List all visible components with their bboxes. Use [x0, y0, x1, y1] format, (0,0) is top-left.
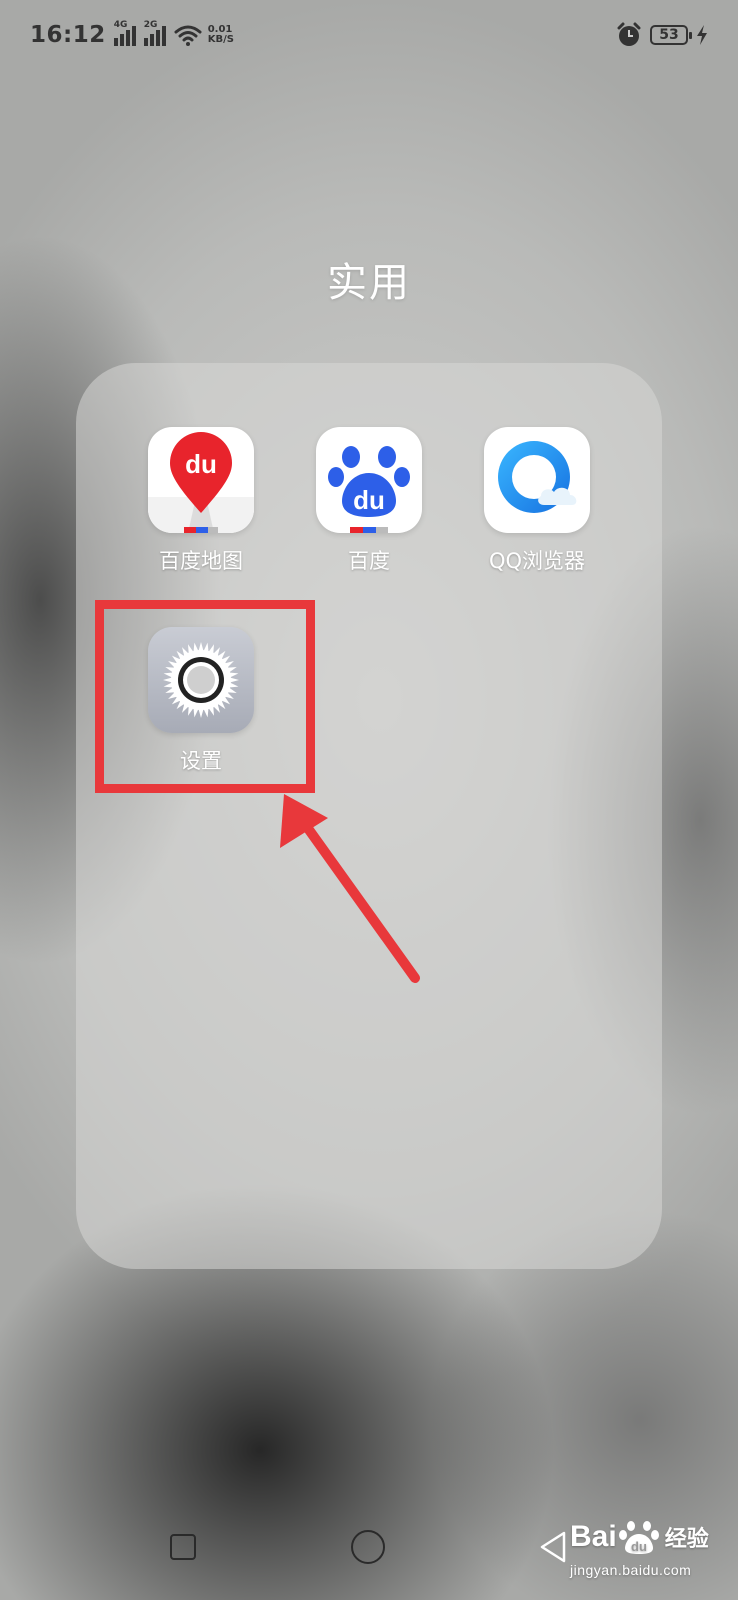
watermark-url: jingyan.baidu.com — [570, 1562, 692, 1578]
baidu-map-icon: du — [148, 427, 254, 533]
app-label: 百度地图 — [159, 549, 243, 573]
app-label: QQ浏览器 — [488, 549, 586, 573]
wifi-icon — [174, 25, 202, 46]
folder-title[interactable]: 实用 — [0, 250, 738, 308]
baidu-jingyan-watermark: Bai du 经验 jingyan.baidu.com — [570, 1520, 709, 1578]
signal-2g-icon: 2G — [143, 20, 166, 46]
signal-4g-icon: 4G — [113, 20, 136, 46]
annotation-arrow-icon — [280, 794, 420, 983]
clock: 16:12 — [30, 22, 106, 48]
app-baidu[interactable]: du 百度 — [294, 427, 444, 575]
app-label: 百度 — [348, 549, 390, 573]
status-left: 16:12 4G 2G 0.01 KB/S — [30, 20, 234, 48]
highlight-box — [95, 600, 315, 793]
back-button[interactable] — [538, 1530, 568, 1564]
baidu-paw-icon: du — [618, 1521, 659, 1554]
charging-icon — [697, 25, 707, 45]
baidu-icon: du — [316, 427, 422, 533]
svg-text:du: du — [631, 1539, 647, 1554]
qq-browser-icon — [484, 427, 590, 533]
status-bar: 16:12 4G 2G 0.01 KB/S 53 — [0, 0, 738, 74]
status-right: 53 — [616, 22, 708, 48]
app-qq-browser[interactable]: QQ浏览器 — [462, 427, 612, 575]
battery-icon: 53 — [650, 25, 692, 45]
recent-apps-button[interactable] — [170, 1534, 196, 1560]
baidu-du-text: du — [353, 485, 385, 515]
map-du-text: du — [185, 449, 217, 479]
app-baidu-map[interactable]: du 百度地图 — [126, 427, 276, 575]
network-speed: 0.01 KB/S — [207, 24, 234, 45]
alarm-clock-icon — [617, 22, 641, 46]
home-button[interactable] — [351, 1530, 385, 1564]
